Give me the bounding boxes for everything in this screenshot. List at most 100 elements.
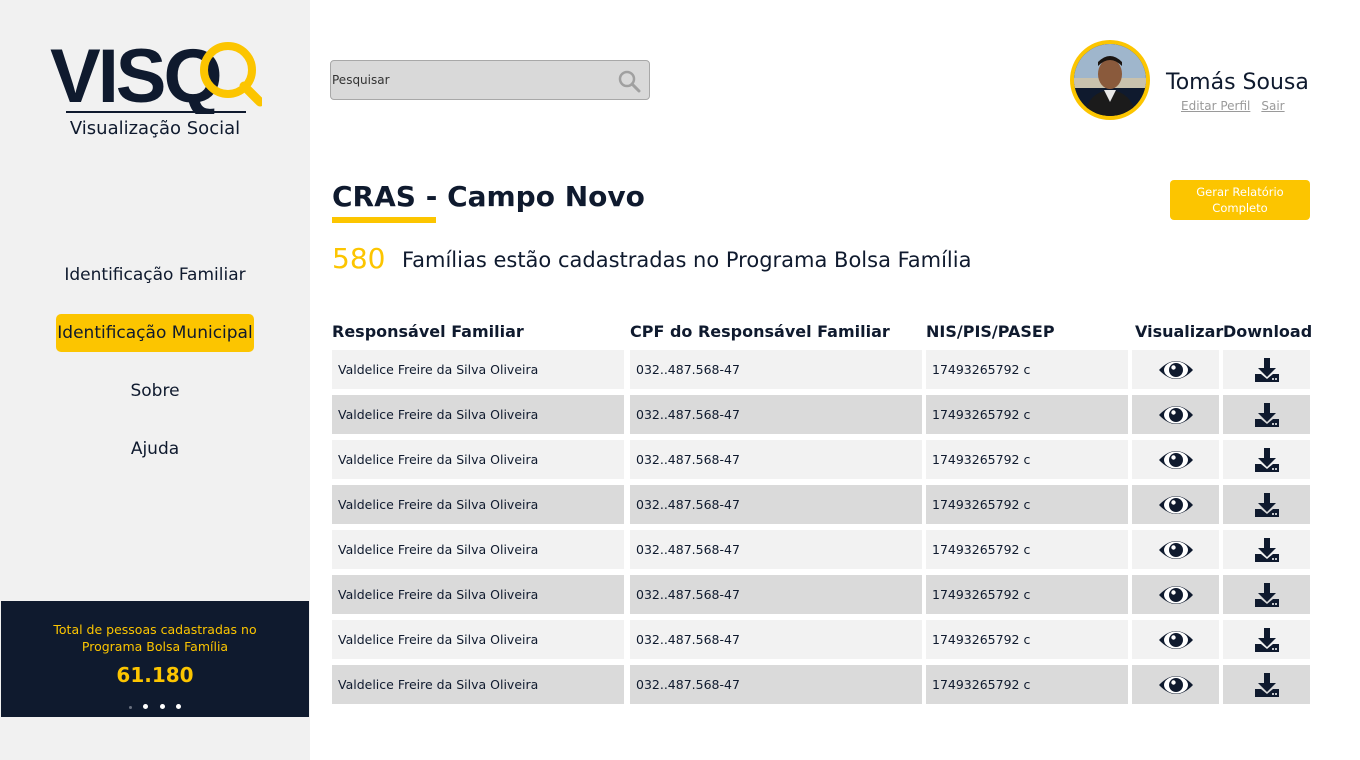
nis-cell: 17493265792 c: [926, 530, 1128, 569]
logo-text: VISQ: [50, 36, 220, 114]
user-links: Editar Perfil Sair: [1181, 99, 1296, 113]
logo-subtitle: Visualização Social: [69, 118, 241, 139]
download-button[interactable]: [1223, 530, 1310, 569]
stats-label: Total de pessoas cadastradas no Programa…: [53, 622, 257, 654]
cpf-cell: 032..487.568-47: [630, 350, 922, 389]
eye-icon: [1158, 585, 1193, 604]
cpf-cell: 032..487.568-47: [630, 665, 922, 704]
table-row: Valdelice Freire da Silva Oliveira 032..4…: [332, 350, 1310, 389]
download-button[interactable]: [1223, 440, 1310, 479]
families-count-text: Famílias estão cadastradas no Programa B…: [402, 248, 972, 272]
column-header-visualizar: Visualizar: [1135, 322, 1224, 341]
stats-panel: Total de pessoas cadastradas no Programa…: [1, 601, 309, 717]
download-icon: [1254, 537, 1279, 562]
user-profile: Tomás Sousa Editar Perfil Sair: [1070, 40, 1330, 120]
carousel-dot[interactable]: [175, 704, 181, 709]
download-icon: [1254, 357, 1279, 382]
families-count: 580: [332, 242, 386, 275]
table-row: Valdelice Freire da Silva Oliveira 032..4…: [332, 395, 1310, 434]
nis-cell: 17493265792 c: [926, 620, 1128, 659]
logout-link[interactable]: Sair: [1261, 99, 1284, 113]
search-box: [330, 60, 650, 100]
search-icon[interactable]: [617, 69, 641, 93]
responsavel-cell: Valdelice Freire da Silva Oliveira: [332, 530, 624, 569]
carousel-dot[interactable]: [129, 706, 133, 709]
responsavel-cell: Valdelice Freire da Silva Oliveira: [332, 575, 624, 614]
nis-cell: 17493265792 c: [926, 350, 1128, 389]
page-title: CRAS - Campo Novo: [332, 180, 645, 213]
eye-icon: [1158, 675, 1193, 694]
cpf-cell: 032..487.568-47: [630, 440, 922, 479]
sidebar: VISQ Visualização Social Identificação F…: [0, 0, 310, 760]
download-icon: [1254, 402, 1279, 427]
view-button[interactable]: [1132, 575, 1219, 614]
download-button[interactable]: [1223, 620, 1310, 659]
column-header-download: Download: [1223, 322, 1313, 341]
view-button[interactable]: [1132, 350, 1219, 389]
sidebar-nav: Identificação Familiar Identificação Mun…: [0, 256, 310, 488]
nav-item-sobre[interactable]: Sobre: [45, 372, 265, 410]
nis-cell: 17493265792 c: [926, 575, 1128, 614]
nis-cell: 17493265792 c: [926, 665, 1128, 704]
eye-icon: [1158, 405, 1193, 424]
table-row: Valdelice Freire da Silva Oliveira 032..4…: [332, 665, 1310, 704]
table-row: Valdelice Freire da Silva Oliveira 032..4…: [332, 485, 1310, 524]
download-button[interactable]: [1223, 575, 1310, 614]
view-button[interactable]: [1132, 485, 1219, 524]
responsavel-cell: Valdelice Freire da Silva Oliveira: [332, 350, 624, 389]
carousel-dot[interactable]: [143, 704, 149, 709]
download-icon: [1254, 672, 1279, 697]
generate-report-button[interactable]: Gerar Relatório Completo: [1170, 180, 1310, 220]
responsavel-cell: Valdelice Freire da Silva Oliveira: [332, 485, 624, 524]
table-row: Valdelice Freire da Silva Oliveira 032..4…: [332, 530, 1310, 569]
nis-cell: 17493265792 c: [926, 395, 1128, 434]
view-button[interactable]: [1132, 395, 1219, 434]
user-photo: [1074, 44, 1146, 116]
view-button[interactable]: [1132, 440, 1219, 479]
nav-item-identificacao-familiar[interactable]: Identificação Familiar: [45, 256, 265, 294]
cpf-cell: 032..487.568-47: [630, 530, 922, 569]
nav-item-ajuda[interactable]: Ajuda: [45, 430, 265, 468]
stats-value: 61.180: [116, 663, 194, 687]
cpf-cell: 032..487.568-47: [630, 485, 922, 524]
user-name: Tomás Sousa: [1166, 70, 1309, 95]
eye-icon: [1158, 360, 1193, 379]
download-icon: [1254, 582, 1279, 607]
table-row: Valdelice Freire da Silva Oliveira 032..4…: [332, 620, 1310, 659]
column-header-nis: NIS/PIS/PASEP: [926, 322, 1055, 341]
download-icon: [1254, 627, 1279, 652]
download-icon: [1254, 492, 1279, 517]
table-row: Valdelice Freire da Silva Oliveira 032..4…: [332, 575, 1310, 614]
carousel-dots: [1, 694, 309, 713]
search-input[interactable]: [332, 61, 602, 99]
download-button[interactable]: [1223, 395, 1310, 434]
edit-profile-link[interactable]: Editar Perfil: [1181, 99, 1250, 113]
eye-icon: [1158, 450, 1193, 469]
avatar[interactable]: [1070, 40, 1150, 120]
logo-mark: VISQ: [50, 36, 262, 114]
eye-icon: [1158, 630, 1193, 649]
nis-cell: 17493265792 c: [926, 440, 1128, 479]
download-button[interactable]: [1223, 665, 1310, 704]
eye-icon: [1158, 540, 1193, 559]
responsavel-cell: Valdelice Freire da Silva Oliveira: [332, 395, 624, 434]
download-button[interactable]: [1223, 350, 1310, 389]
cpf-cell: 032..487.568-47: [630, 575, 922, 614]
nav-item-identificacao-municipal[interactable]: Identificação Municipal: [56, 314, 254, 352]
view-button[interactable]: [1132, 665, 1219, 704]
eye-icon: [1158, 495, 1193, 514]
column-header-cpf: CPF do Responsável Familiar: [630, 322, 890, 341]
carousel-dot[interactable]: [159, 704, 165, 709]
responsavel-cell: Valdelice Freire da Silva Oliveira: [332, 440, 624, 479]
column-header-responsavel: Responsável Familiar: [332, 322, 524, 341]
table-row: Valdelice Freire da Silva Oliveira 032..4…: [332, 440, 1310, 479]
cpf-cell: 032..487.568-47: [630, 620, 922, 659]
nis-cell: 17493265792 c: [926, 485, 1128, 524]
cpf-cell: 032..487.568-47: [630, 395, 922, 434]
logo[interactable]: VISQ Visualização Social: [48, 36, 262, 146]
view-button[interactable]: [1132, 530, 1219, 569]
responsavel-cell: Valdelice Freire da Silva Oliveira: [332, 665, 624, 704]
view-button[interactable]: [1132, 620, 1219, 659]
logo-divider: [66, 111, 246, 113]
download-button[interactable]: [1223, 485, 1310, 524]
